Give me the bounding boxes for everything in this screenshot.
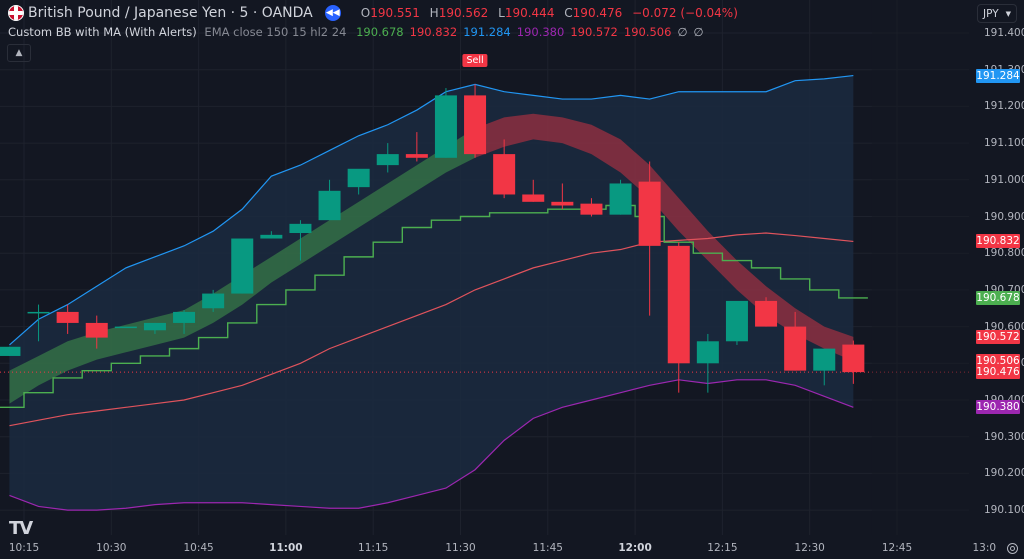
sell-signal-label[interactable]: Sell	[462, 54, 488, 68]
candle-body	[609, 183, 632, 215]
x-tick-label: 12:15	[707, 542, 738, 554]
indicator-value: 190.380	[516, 25, 565, 39]
candle-body	[493, 154, 516, 195]
candle-body	[347, 168, 370, 188]
na-symbol: ∅	[677, 25, 688, 39]
candle-body	[0, 346, 21, 356]
close-value: 190.476	[572, 6, 623, 20]
rewind-icon[interactable]: ◀◀	[324, 5, 341, 21]
ohlc-readout: O190.551 H190.562 L190.444 C190.476 −0.0…	[360, 6, 738, 20]
candle-body	[434, 95, 457, 158]
x-tick-label: 13:0	[972, 542, 997, 554]
candle-body	[755, 300, 778, 327]
indicator-params: EMA close 150 15 hl2 24	[204, 25, 347, 39]
y-tick-label: 191.200	[984, 100, 1024, 113]
candle-body	[56, 311, 79, 323]
future-area	[871, 0, 969, 535]
chevron-down-icon: ▼	[1005, 9, 1011, 18]
candle-body	[464, 95, 487, 155]
indicator-value: 190.832	[409, 25, 458, 39]
candle-body	[522, 194, 545, 202]
price-chart[interactable]	[0, 0, 969, 559]
currency-selector[interactable]: JPY ▼	[977, 4, 1017, 23]
price-label: 190.832	[976, 234, 1020, 249]
candle-body	[114, 326, 137, 329]
candle-body	[725, 300, 748, 342]
indicator-value: 190.506	[623, 25, 672, 39]
uk-flag-icon	[8, 5, 24, 21]
x-tick-label: 11:15	[358, 542, 389, 554]
candle-body	[551, 201, 574, 206]
candle-body	[231, 238, 254, 294]
bollinger-band-fill	[9, 75, 854, 511]
price-label: 190.476	[976, 365, 1020, 380]
x-tick-label: 12:45	[881, 542, 913, 554]
candle-body	[376, 154, 399, 166]
na-symbol: ∅	[693, 25, 704, 39]
indicator-name[interactable]: Custom BB with MA (With Alerts)	[8, 25, 197, 39]
symbol-title[interactable]: British Pound / Japanese Yen · 5 · OANDA	[28, 5, 313, 21]
indicator-legend[interactable]: Custom BB with MA (With Alerts) EMA clos…	[8, 25, 704, 39]
x-tick-label: 10:15	[8, 542, 40, 554]
high-value: 190.562	[438, 6, 489, 20]
y-tick-label: 191.000	[984, 173, 1024, 186]
candle-body	[289, 223, 312, 234]
candle-body	[85, 322, 108, 338]
price-label: 190.380	[976, 400, 1020, 415]
open-value: 190.551	[370, 6, 420, 20]
x-tick-label: 11:30	[445, 542, 476, 554]
collapse-legend-button[interactable]: ▲	[7, 44, 31, 62]
y-tick-label: 190.300	[984, 430, 1024, 443]
price-label: 190.572	[976, 329, 1020, 344]
indicator-value: 190.678	[356, 25, 404, 39]
y-tick-label: 190.900	[984, 210, 1024, 223]
candle-body	[27, 311, 50, 314]
indicator-value: 190.572	[570, 25, 618, 39]
change-value: −0.072 (−0.04%)	[632, 6, 738, 20]
price-label: 190.678	[976, 290, 1020, 305]
candle-body	[842, 344, 865, 373]
symbol-legend: British Pound / Japanese Yen · 5 · OANDA…	[8, 5, 738, 21]
candle-body	[143, 322, 166, 331]
chevron-up-icon: ▲	[15, 48, 23, 58]
x-tick-label: 10:45	[183, 542, 214, 554]
indicator-value: 191.284	[463, 25, 511, 39]
candle-body	[667, 245, 690, 364]
candle-body	[580, 203, 603, 215]
x-tick-label: 12:00	[618, 542, 652, 554]
price-label: 191.284	[976, 68, 1020, 83]
x-tick-label: 12:30	[794, 542, 825, 554]
candle-body	[813, 348, 836, 371]
gear-icon[interactable]	[1007, 543, 1018, 554]
x-tick-label: 10:30	[96, 542, 127, 554]
candle-body	[784, 326, 807, 371]
low-value: 190.444	[504, 6, 555, 20]
candle-body	[260, 234, 283, 239]
tradingview-logo[interactable]: TV	[9, 518, 33, 539]
y-tick-label: 190.200	[984, 467, 1024, 480]
candle-body	[318, 190, 341, 221]
y-tick-label: 190.100	[984, 504, 1024, 517]
x-tick-label: 11:45	[532, 542, 563, 554]
candle-body	[173, 311, 196, 323]
y-tick-label: 191.100	[984, 137, 1024, 150]
candle-body	[638, 181, 661, 246]
y-tick-label: 191.400	[984, 27, 1024, 39]
candle-body	[202, 293, 225, 309]
y-tick-label: 190.800	[984, 247, 1024, 260]
candle-body	[405, 154, 428, 158]
x-tick-label: 11:00	[269, 542, 303, 554]
candle-body	[696, 341, 719, 364]
